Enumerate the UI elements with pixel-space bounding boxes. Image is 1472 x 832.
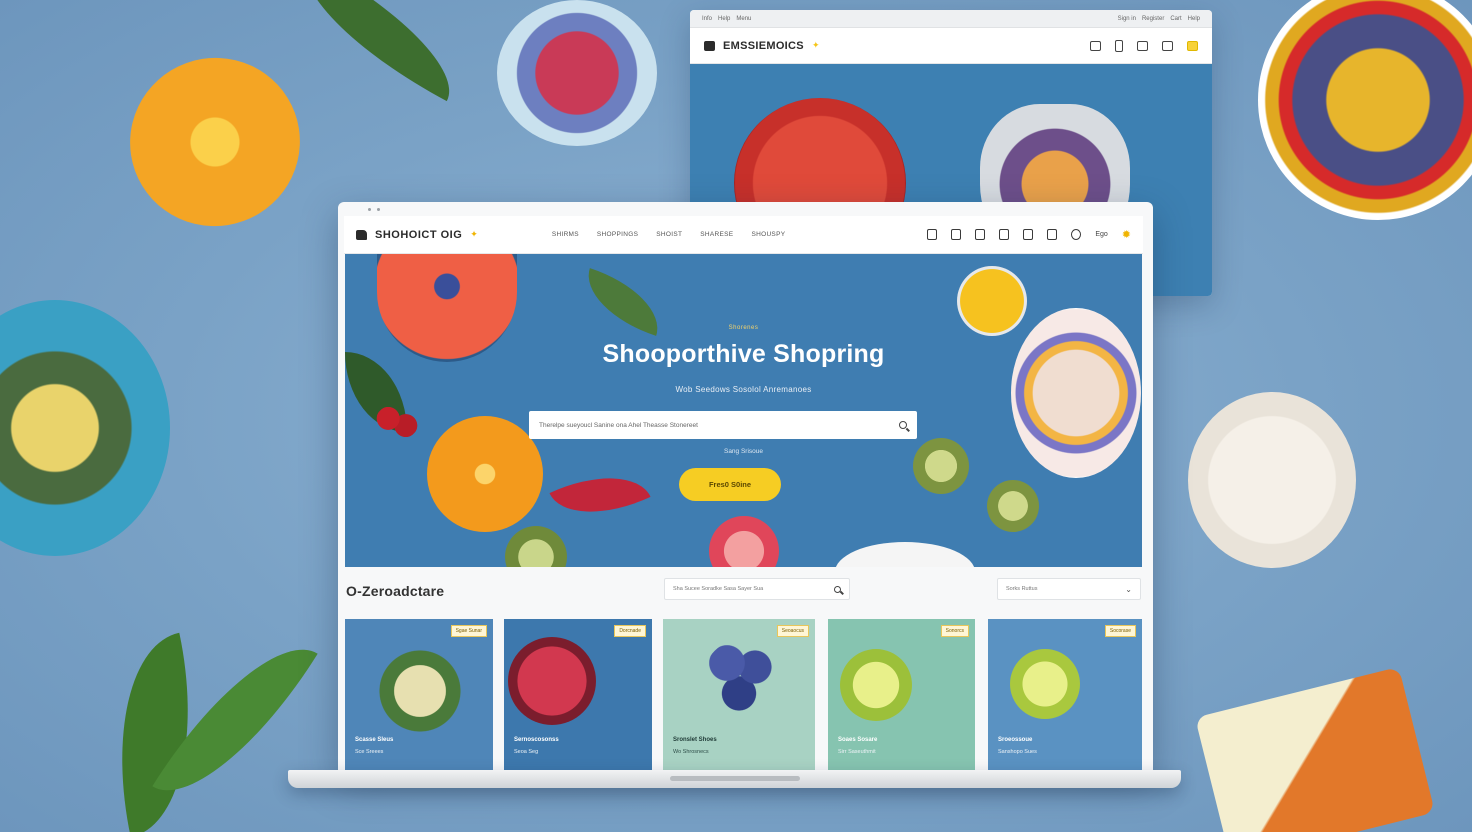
product-title: Soaes Sosare [838, 737, 878, 743]
hero-search-input[interactable]: Therelpe sueyoucl Sanine ona Ahel Theass… [529, 411, 917, 439]
lime-image [505, 526, 567, 567]
back-topbar: Info Help Menu Sign in Register Cart Hel… [690, 10, 1212, 28]
window-controls [368, 208, 380, 211]
product-meta: Sanshopo Sues [998, 749, 1037, 755]
product-badge: Sonorcs [940, 625, 969, 637]
product-image [508, 637, 596, 725]
main-navbar: SHOHOICT OIG ✦ Shirms Shoppings Shoist S… [344, 216, 1143, 254]
back-topbar-link[interactable]: Sign in [1118, 16, 1136, 22]
grapefruit-image [709, 516, 779, 567]
product-meta: Sce Sreees [355, 749, 384, 755]
back-topbar-link[interactable]: Cart [1170, 16, 1181, 22]
help-icon[interactable] [1071, 229, 1082, 240]
product-title: Sernoscosonss [514, 737, 559, 743]
product-image [840, 649, 912, 721]
hero-cta-button[interactable]: Fres0 S0ine [679, 468, 781, 501]
product-badge: Seoaocus [776, 625, 809, 637]
sort-label: Sorks Ruttus [1006, 586, 1038, 592]
bag-icon[interactable] [927, 229, 938, 240]
petal-image [549, 455, 651, 535]
product-badge: Dorcnade [614, 625, 646, 637]
store-icon[interactable] [1162, 40, 1173, 51]
products-search-input[interactable]: Sha Sucee Soradke Sasa Sayer Sua [664, 578, 850, 600]
back-topbar-item[interactable]: Help [718, 16, 730, 22]
gift-icon[interactable] [1187, 40, 1198, 51]
nav-link[interactable]: Shouspy [751, 231, 785, 238]
store-icon [704, 40, 715, 51]
product-card[interactable]: Seoaocus Sronslet Shoes Wo Shrosnecs [663, 619, 815, 771]
sparkle-icon: ✦ [470, 229, 478, 239]
product-card[interactable]: Sonorcs Soaes Sosare Sirr Saseuthmit [828, 619, 975, 771]
phone-icon[interactable] [1115, 39, 1123, 52]
store-icon [356, 229, 367, 240]
hero-eyebrow: Shorenes [728, 325, 759, 331]
product-image [703, 639, 783, 719]
back-logo[interactable]: EMSSIEMOICS ✦ [704, 40, 820, 52]
hero-banner: Shorenes Shooporthive Shopring Wob Seedo… [345, 254, 1142, 567]
sun-icon[interactable]: ✹ [1122, 228, 1131, 241]
back-logo-text: EMSSIEMOICS [723, 39, 804, 52]
nav-link[interactable]: Shoist [656, 231, 682, 238]
back-topbar-link[interactable]: Help [1188, 16, 1200, 22]
sort-dropdown[interactable]: Sorks Ruttus ⌄ [997, 578, 1141, 600]
product-title: Scasse Sleus [355, 737, 394, 743]
product-meta: Seoa Seg [514, 749, 539, 755]
nav-icons: Ego ✹ [927, 228, 1131, 241]
back-topbar-item[interactable]: Info [702, 16, 712, 22]
back-navbar: EMSSIEMOICS ✦ [690, 28, 1212, 64]
list-icon[interactable] [1023, 229, 1034, 240]
section-title: O-Zeroadctare [346, 583, 445, 599]
laptop-notch [670, 776, 800, 781]
product-title: Sroeossoue [998, 737, 1033, 743]
product-title: Sronslet Shoes [673, 737, 717, 743]
hero-hint: Sang Srisoue [723, 448, 764, 455]
cart-icon[interactable] [1137, 40, 1148, 51]
lime-image [987, 480, 1039, 532]
products-search-placeholder: Sha Sucee Soradke Sasa Sayer Sua [673, 586, 764, 592]
berry-bowl-decor [497, 0, 657, 146]
product-grid: Sgae Sunar Scasse Sleus Sce Sreees Dorcn… [345, 619, 1142, 771]
nav-link[interactable]: Sharese [700, 231, 733, 238]
sparkle-icon: ✦ [811, 40, 820, 50]
yogurt-cup-decor [1188, 392, 1356, 568]
site-logo[interactable]: SHOHOICT OIG ✦ [356, 229, 478, 241]
search-icon[interactable] [834, 585, 841, 593]
hero-title: Shooporthive Shopring [602, 340, 885, 368]
product-image [365, 643, 475, 739]
document-icon[interactable] [975, 229, 986, 240]
product-image [1010, 649, 1080, 719]
chevron-down-icon: ⌄ [1125, 584, 1132, 594]
product-card[interactable]: Socorase Sroeossoue Sanshopo Sues [988, 619, 1142, 771]
store-icon[interactable] [1047, 229, 1058, 240]
nav-link[interactable]: Shoppings [597, 231, 638, 238]
plate-image [835, 542, 975, 567]
cherries-image [375, 404, 419, 440]
nav-links: Shirms Shoppings Shoist Sharese Shouspy [552, 231, 786, 238]
search-icon[interactable] [899, 421, 907, 429]
orange-half-image [427, 416, 543, 532]
back-topbar-link[interactable]: Register [1142, 16, 1164, 22]
account-link[interactable]: Ego [1095, 231, 1107, 238]
products-toolbar: O-Zeroadctare Sha Sucee Soradke Sasa Say… [346, 578, 1141, 604]
bag-icon[interactable] [1090, 40, 1101, 51]
nav-link[interactable]: Shirms [552, 231, 579, 238]
product-meta: Sirr Saseuthmit [838, 749, 876, 755]
lock-icon[interactable] [951, 229, 962, 240]
lime-image [913, 438, 969, 494]
cart-icon[interactable] [999, 229, 1010, 240]
hero-search-placeholder: Therelpe sueyoucl Sanine ona Ahel Theass… [539, 421, 698, 429]
logo-text: SHOHOICT OIG [375, 228, 463, 241]
product-card[interactable]: Dorcnade Sernoscosonss Seoa Seg [504, 619, 652, 771]
hero-subtitle: Wob Seedows Sosolol Anremanoes [675, 385, 812, 394]
back-topbar-item[interactable]: Menu [736, 16, 751, 22]
product-badge: Socorase [1104, 625, 1136, 637]
main-browser-window: SHOHOICT OIG ✦ Shirms Shoppings Shoist S… [338, 202, 1153, 772]
product-card[interactable]: Sgae Sunar Scasse Sleus Sce Sreees [345, 619, 493, 771]
product-meta: Wo Shrosnecs [673, 749, 709, 755]
product-badge: Sgae Sunar [450, 625, 487, 637]
